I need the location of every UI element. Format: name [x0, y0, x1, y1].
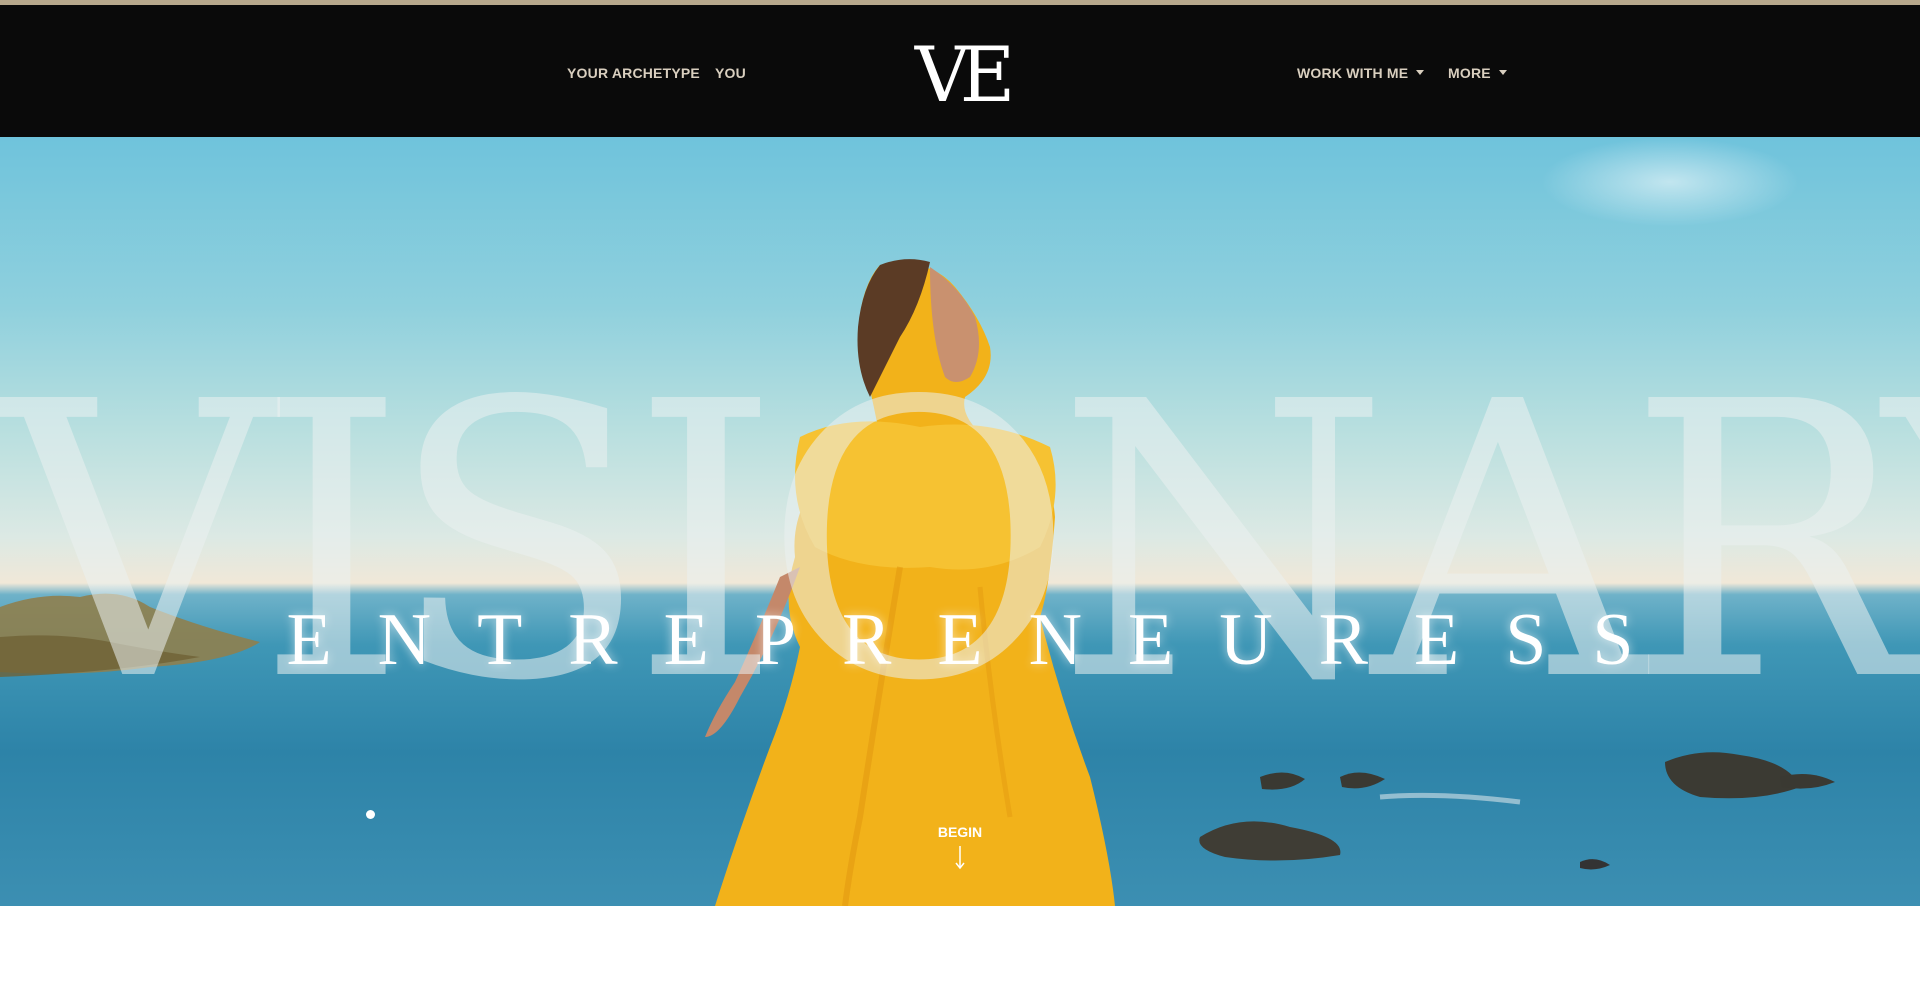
scroll-indicator-dot: [366, 810, 375, 819]
begin-button[interactable]: BEGIN: [930, 824, 990, 870]
site-logo[interactable]: VE: [900, 35, 1020, 111]
caret-down-icon: [1498, 69, 1507, 75]
nav-work-with-me-label: WORK WITH ME: [1297, 65, 1409, 81]
nav-work-with-me[interactable]: WORK WITH ME: [1297, 65, 1425, 81]
arrow-down-icon: [955, 846, 965, 870]
hero-banner: VISIONARY ENTREPRENEURESS BEGIN: [0, 137, 1920, 906]
nav-more[interactable]: MORE: [1448, 65, 1507, 81]
nav-you[interactable]: YOU: [715, 65, 746, 81]
begin-label: BEGIN: [937, 824, 983, 840]
site-header: YOUR ARCHETYPE YOU VE WORK WITH ME MORE: [0, 5, 1920, 137]
caret-down-icon: [1416, 69, 1425, 75]
nav-your-archetype[interactable]: YOUR ARCHETYPE: [567, 65, 700, 81]
hero-subheadline: ENTREPRENEURESS: [286, 599, 1680, 681]
svg-text:VE: VE: [914, 35, 1010, 111]
nav-more-label: MORE: [1448, 65, 1491, 81]
